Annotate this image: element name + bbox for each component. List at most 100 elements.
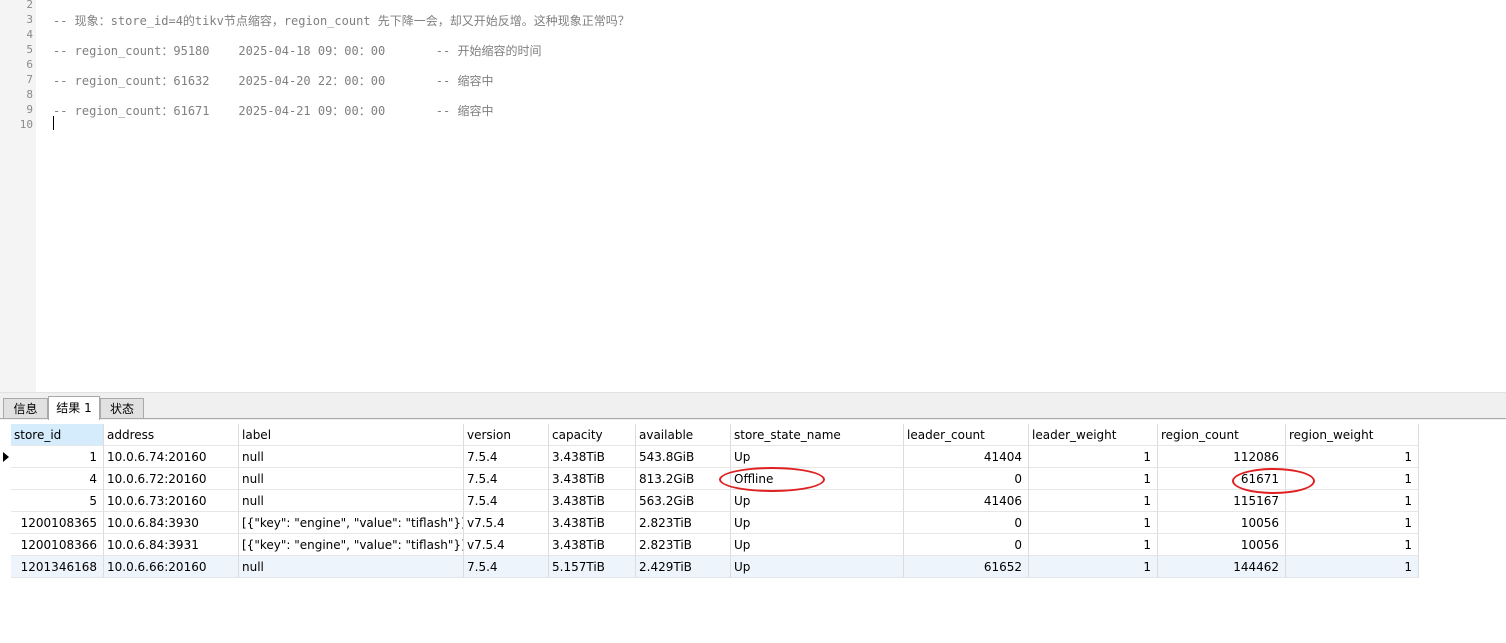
column-header-available[interactable]: available [636, 424, 731, 446]
cell-address[interactable]: 10.0.6.73:20160 [104, 490, 239, 512]
row-selector[interactable] [0, 446, 11, 468]
column-header-label[interactable]: label [239, 424, 464, 446]
cell-available[interactable]: 2.823TiB [636, 534, 731, 556]
line-number: 3 [26, 13, 33, 26]
cell-address[interactable]: 10.0.6.84:3931 [104, 534, 239, 556]
line-number: 10 [19, 118, 33, 131]
cell-store-state-name[interactable]: Up [731, 512, 904, 534]
cell-region-count[interactable]: 10056 [1158, 512, 1286, 534]
cell-region-count[interactable]: 144462 [1158, 556, 1286, 578]
cell-store-id[interactable]: 1 [11, 446, 104, 468]
cell-leader-count[interactable]: 41406 [904, 490, 1029, 512]
cell-leader-weight[interactable]: 1 [1029, 512, 1158, 534]
column-header-version[interactable]: version [464, 424, 549, 446]
cell-region-weight[interactable]: 1 [1286, 534, 1419, 556]
cell-leader-weight[interactable]: 1 [1029, 468, 1158, 490]
tab-info[interactable]: 信息 [3, 398, 48, 418]
cell-label[interactable]: null [239, 556, 464, 578]
cell-leader-count[interactable]: 41404 [904, 446, 1029, 468]
row-selector[interactable] [0, 468, 11, 490]
cell-store-state-name[interactable]: Up [731, 556, 904, 578]
cell-address[interactable]: 10.0.6.66:20160 [104, 556, 239, 578]
cell-version[interactable]: 7.5.4 [464, 446, 549, 468]
cell-available[interactable]: 813.2GiB [636, 468, 731, 490]
cell-capacity[interactable]: 3.438TiB [549, 446, 636, 468]
cell-label[interactable]: null [239, 446, 464, 468]
cell-region-count[interactable]: 112086 [1158, 446, 1286, 468]
cell-capacity[interactable]: 3.438TiB [549, 468, 636, 490]
cell-available[interactable]: 2.429TiB [636, 556, 731, 578]
column-header-leader-weight[interactable]: leader_weight [1029, 424, 1158, 446]
row-selector[interactable] [0, 556, 11, 578]
column-header-region-count[interactable]: region_count [1158, 424, 1286, 446]
cell-leader-count[interactable]: 0 [904, 468, 1029, 490]
column-header-address[interactable]: address [104, 424, 239, 446]
cell-leader-count[interactable]: 0 [904, 534, 1029, 556]
column-header-leader-count[interactable]: leader_count [904, 424, 1029, 446]
cell-store-state-name[interactable]: Up [731, 534, 904, 556]
current-row-arrow-icon [3, 452, 9, 462]
cell-label[interactable]: null [239, 468, 464, 490]
column-header-store-state-name[interactable]: store_state_name [731, 424, 904, 446]
cell-label[interactable]: [{"key": "engine", "value": "tiflash"}] [239, 534, 464, 556]
cell-label[interactable]: [{"key": "engine", "value": "tiflash"}] [239, 512, 464, 534]
cell-leader-count[interactable]: 61652 [904, 556, 1029, 578]
cell-leader-weight[interactable]: 1 [1029, 446, 1158, 468]
cell-capacity[interactable]: 3.438TiB [549, 490, 636, 512]
cell-address[interactable]: 10.0.6.72:20160 [104, 468, 239, 490]
tab-status[interactable]: 状态 [100, 398, 144, 418]
cell-version[interactable]: v7.5.4 [464, 534, 549, 556]
code-line: -- region_count：95180 2025-04-18 09：00：0… [53, 44, 542, 58]
cell-available[interactable]: 2.823TiB [636, 512, 731, 534]
cell-region-weight[interactable]: 1 [1286, 490, 1419, 512]
line-number: 8 [26, 88, 33, 101]
cell-leader-weight[interactable]: 1 [1029, 534, 1158, 556]
cell-leader-weight[interactable]: 1 [1029, 556, 1158, 578]
row-selector[interactable] [0, 490, 11, 512]
cell-store-id[interactable]: 5 [11, 490, 104, 512]
highlight-circle-region-count [1232, 468, 1315, 494]
column-header-capacity[interactable]: capacity [549, 424, 636, 446]
cell-region-weight[interactable]: 1 [1286, 446, 1419, 468]
cell-version[interactable]: 7.5.4 [464, 490, 549, 512]
cell-region-count[interactable]: 10056 [1158, 534, 1286, 556]
cell-region-weight[interactable]: 1 [1286, 512, 1419, 534]
tab-divider [0, 418, 1506, 419]
cell-store-state-name[interactable]: Up [731, 490, 904, 512]
cell-version[interactable]: 7.5.4 [464, 468, 549, 490]
code-line: -- region_count：61632 2025-04-20 22：00：0… [53, 74, 494, 88]
line-number: 4 [26, 28, 33, 41]
highlight-circle-offline [719, 467, 825, 492]
column-header-store-id[interactable]: store_id [11, 424, 104, 446]
code-line: -- region_count：61671 2025-04-21 09：00：0… [53, 104, 494, 118]
tab-result-1[interactable]: 结果 1 [48, 396, 100, 420]
column-header-region-weight[interactable]: region_weight [1286, 424, 1419, 446]
cell-capacity[interactable]: 5.157TiB [549, 556, 636, 578]
cell-label[interactable]: null [239, 490, 464, 512]
sql-editor[interactable]: 2 3 4 5 6 7 8 9 10 -- 现象：store_id=4的tikv节点缩容，reg… [0, 0, 1506, 392]
cell-store-id[interactable]: 1200108366 [11, 534, 104, 556]
cell-version[interactable]: v7.5.4 [464, 512, 549, 534]
line-number: 7 [26, 73, 33, 86]
cell-store-id[interactable]: 1201346168 [11, 556, 104, 578]
cell-capacity[interactable]: 3.438TiB [549, 534, 636, 556]
line-number: 9 [26, 103, 33, 116]
cell-leader-count[interactable]: 0 [904, 512, 1029, 534]
cell-address[interactable]: 10.0.6.74:20160 [104, 446, 239, 468]
cell-available[interactable]: 543.8GiB [636, 446, 731, 468]
row-selector[interactable] [0, 534, 11, 556]
cell-leader-weight[interactable]: 1 [1029, 490, 1158, 512]
cell-store-id[interactable]: 4 [11, 468, 104, 490]
cell-available[interactable]: 563.2GiB [636, 490, 731, 512]
line-number: 5 [26, 43, 33, 56]
cell-store-id[interactable]: 1200108365 [11, 512, 104, 534]
line-number: 2 [26, 0, 33, 11]
cell-capacity[interactable]: 3.438TiB [549, 512, 636, 534]
row-selector[interactable] [0, 512, 11, 534]
line-number-gutter: 2 3 4 5 6 7 8 9 10 [0, 0, 36, 392]
cell-store-state-name[interactable]: Up [731, 446, 904, 468]
cell-address[interactable]: 10.0.6.84:3930 [104, 512, 239, 534]
cell-region-weight[interactable]: 1 [1286, 556, 1419, 578]
cell-version[interactable]: 7.5.4 [464, 556, 549, 578]
text-caret [53, 116, 54, 130]
